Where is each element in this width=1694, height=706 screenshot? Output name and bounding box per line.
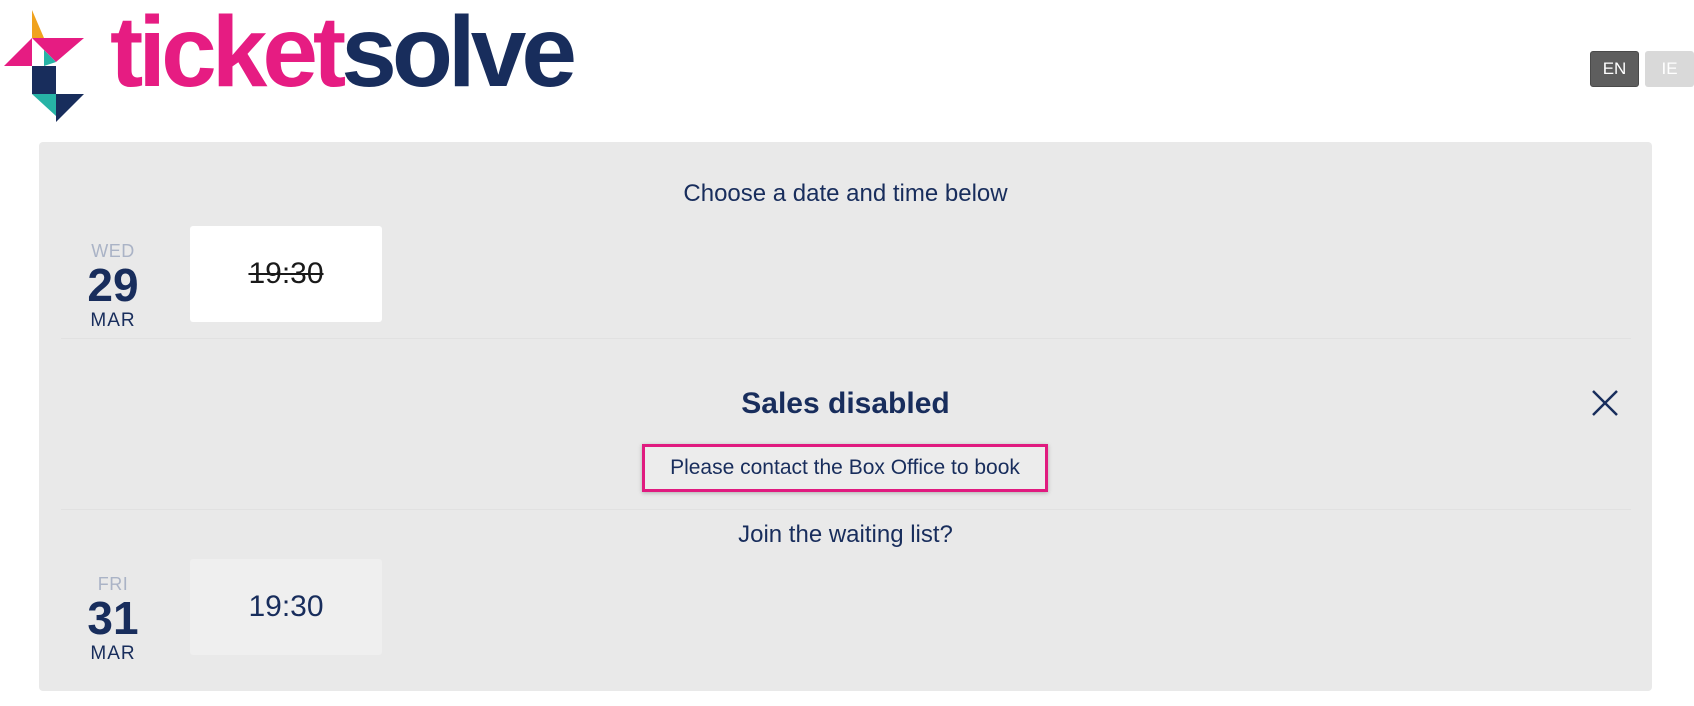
contact-box-office-message: Please contact the Box Office to book (642, 444, 1048, 492)
date-label-2: FRI 31 MAR (73, 575, 153, 663)
ticketsolve-logo[interactable]: ticketsolve (4, 2, 577, 128)
logo-word-ticket: ticket (110, 0, 346, 108)
date-label-1: WED 29 MAR (73, 242, 153, 330)
date-day: 29 (87, 259, 139, 311)
date-dow: WED (91, 241, 135, 261)
sales-disabled-title: Sales disabled (741, 387, 950, 420)
date-day: 31 (87, 592, 139, 644)
lang-button-en[interactable]: EN (1590, 51, 1639, 87)
performance-panel: Choose a date and time below WED 29 MAR … (39, 142, 1652, 691)
date-dow: FRI (97, 574, 129, 594)
date-month: MAR (90, 643, 136, 664)
join-waiting-list-link[interactable]: Join the waiting list? (39, 521, 1652, 549)
lang-button-ie[interactable]: IE (1645, 51, 1694, 87)
time-slot-button-1[interactable]: 19:30 (190, 226, 382, 322)
logo-word-solve: solve (341, 0, 577, 108)
close-icon[interactable] (1589, 387, 1621, 419)
divider (61, 509, 1631, 510)
choose-date-heading: Choose a date and time below (683, 180, 1008, 207)
logo-mark-icon (4, 10, 84, 122)
divider (61, 338, 1631, 339)
time-slot-label: 19:30 (248, 590, 324, 623)
date-month: MAR (90, 310, 136, 331)
language-switcher: EN IE (1590, 51, 1694, 87)
time-slot-button-2[interactable]: 19:30 (190, 559, 382, 655)
logo-wordmark: ticketsolve (110, 2, 577, 102)
time-slot-label: 19:30 (248, 257, 324, 290)
